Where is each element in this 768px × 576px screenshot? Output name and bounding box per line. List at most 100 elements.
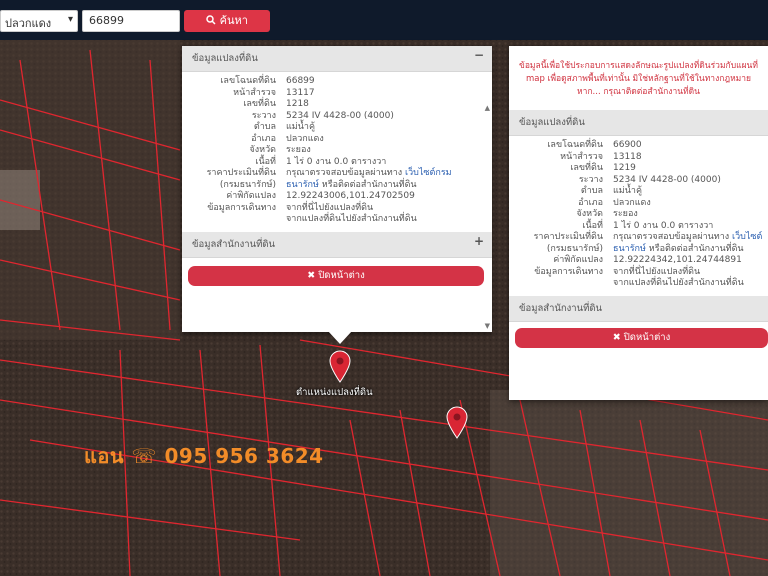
info-key: ข้อมูลการเดินทาง [534, 266, 603, 277]
info-key: จังหวัด [249, 145, 277, 155]
info-row: หน้าสำรวจ 13118 [509, 152, 768, 164]
info-row-price: ราคาประเมินที่ดิน กรุณาตรวจสอบข้อมูลผ่านท… [509, 232, 768, 244]
treasury-link[interactable]: ธนารักษ์ [613, 244, 646, 254]
info-row-coord: ค่าพิกัดแปลง 12.92243006,101.24702509 [182, 191, 492, 203]
info-value: 1219 [613, 163, 636, 173]
info-row-coord: ค่าพิกัดแปลง 12.92224342,101.24744891 [509, 255, 768, 267]
info-value: 5234 IV 4428-00 (4000) [613, 174, 721, 185]
info-key: หน้าสำรวจ [560, 151, 603, 162]
info-key: ตำบล [580, 186, 603, 196]
expand-icon[interactable]: + [474, 234, 484, 248]
province-select[interactable]: ปลวกแดง ▾ [0, 10, 78, 32]
close-button-label: ปิดหน้าต่าง [623, 331, 671, 343]
info-row: เนื้อที่ 1 ไร่ 0 งาน 0.0 ตารางวา [182, 157, 492, 169]
land-office-section-header[interactable]: ข้อมูลสำนักงานที่ดิน + [182, 231, 492, 258]
price-text-2: หรือติดต่อสำนักงานที่ดิน [321, 179, 417, 190]
province-select-value: ปลวกแดง [5, 17, 52, 30]
info-row-price-2: (กรมธนารักษ์) ธนารักษ์ หรือติดต่อสำนักงาน… [182, 180, 492, 192]
info-key: เนื้อที่ [582, 220, 603, 231]
coordinate-link[interactable]: 12.92224342,101.24744891 [613, 255, 742, 267]
info-row: เนื้อที่ 1 ไร่ 0 งาน 0.0 ตารางวา [509, 221, 768, 233]
info-key: (กรมธนารักษ์) [546, 243, 603, 254]
treasury-website-link[interactable]: เว็บไซต์กรม [405, 168, 452, 178]
map-pin-icon[interactable] [328, 349, 352, 383]
parcel-info-popup-66899: ข้อมูลแปลงที่ดิน − เลขโฉนดที่ดิน 66899 หน… [182, 46, 492, 332]
info-row-price: ราคาประเมินที่ดิน กรุณาตรวจสอบข้อมูลผ่านท… [182, 168, 492, 180]
directions-to-office-link[interactable]: จากแปลงที่ดินไปยังสำนักงานที่ดิน [286, 214, 417, 226]
info-key: (กรมธนารักษ์) [219, 179, 276, 190]
contact-phone-watermark: แอน ☏ 095 956 3624 [84, 444, 324, 468]
info-key: ตำบล [253, 122, 276, 132]
info-row-travel: ข้อมูลการเดินทาง จากที่นี่ไปยังแปลงที่ดิน [509, 267, 768, 279]
info-key: ค่าพิกัดแปลง [226, 191, 276, 201]
parcel-number-value: 66899 [89, 14, 124, 27]
info-key: ระวาง [578, 174, 603, 185]
info-value: 1 ไร่ 0 งาน 0.0 ตารางวา [613, 220, 714, 231]
directions-to-parcel-link[interactable]: จากที่นี่ไปยังแปลงที่ดิน [613, 267, 700, 279]
parcel-info-header-label: ข้อมูลแปลงที่ดิน [192, 53, 258, 64]
info-value: 66899 [286, 76, 315, 86]
popup-pointer [328, 331, 352, 344]
treasury-link[interactable]: ธนารักษ์ [286, 180, 319, 190]
info-row-travel-2: จากแปลงที่ดินไปยังสำนักงานที่ดิน [509, 278, 768, 290]
map-pin-icon[interactable] [445, 405, 469, 439]
close-window-button[interactable]: ✖ ปิดหน้าต่าง [515, 327, 768, 348]
info-row: เลขโฉนดที่ดิน 66899 [182, 76, 492, 88]
info-key: เลขโฉนดที่ดิน [547, 140, 603, 150]
treasury-website-link[interactable]: เว็บไซต์ [732, 232, 762, 242]
info-row: จังหวัด ระยอง [509, 209, 768, 221]
info-key: ระวาง [251, 110, 276, 121]
pin-label: ตำแหน่งแปลงที่ดิน [296, 387, 373, 398]
info-row: หน้าสำรวจ 13117 [182, 88, 492, 100]
info-key: ค่าพิกัดแปลง [553, 255, 603, 265]
info-row: เลขที่ดิน 1218 [182, 99, 492, 111]
info-row-travel-2: จากแปลงที่ดินไปยังสำนักงานที่ดิน [182, 214, 492, 226]
close-window-button[interactable]: ✖ ปิดหน้าต่าง [188, 265, 484, 286]
parcel-info-section-header[interactable]: ข้อมูลแปลงที่ดิน [509, 110, 768, 136]
info-row: จังหวัด ระยอง [182, 145, 492, 157]
land-office-section-header[interactable]: ข้อมูลสำนักงานที่ดิน [509, 295, 768, 322]
info-key: เลขที่ดิน [243, 99, 276, 109]
info-value: ปลวกแดง [286, 133, 324, 144]
info-row: ระวาง 5234 IV 4428-00 (4000) [509, 175, 768, 187]
info-value: 66900 [613, 140, 642, 150]
info-value: แม่น้ำคู้ [286, 122, 315, 132]
info-value: ระยอง [613, 209, 638, 219]
info-key: เลขโฉนดที่ดิน [220, 76, 276, 86]
info-value: 13117 [286, 87, 315, 98]
collapse-icon[interactable]: − [474, 48, 484, 62]
info-key: หน้าสำรวจ [233, 87, 276, 98]
parcel-info-section-header[interactable]: ข้อมูลแปลงที่ดิน − [182, 46, 492, 72]
info-row: เลขที่ดิน 1219 [509, 163, 768, 175]
info-row: อำเภอ ปลวกแดง [509, 198, 768, 210]
info-key: อำเภอ [251, 133, 276, 144]
price-text: กรุณาตรวจสอบข้อมูลผ่านทาง [286, 168, 403, 178]
info-key: ข้อมูลการเดินทาง [207, 202, 276, 213]
info-value: ระยอง [286, 145, 311, 155]
info-value: 1218 [286, 99, 309, 109]
info-key: จังหวัด [576, 209, 604, 219]
info-row: อำเภอ ปลวกแดง [182, 134, 492, 146]
info-key: อำเภอ [578, 197, 603, 208]
info-value: ปลวกแดง [613, 197, 651, 208]
directions-to-office-link[interactable]: จากแปลงที่ดินไปยังสำนักงานที่ดิน [613, 278, 744, 290]
search-button[interactable]: ค้นหา [184, 10, 270, 32]
parcel-number-input[interactable]: 66899 [82, 10, 180, 32]
info-value: 5234 IV 4428-00 (4000) [286, 110, 394, 121]
info-key: เนื้อที่ [255, 156, 276, 167]
price-text-2: หรือติดต่อสำนักงานที่ดิน [648, 243, 744, 254]
info-value: แม่น้ำคู้ [613, 186, 642, 196]
scroll-down-arrow-icon[interactable]: ▼ [485, 322, 490, 330]
search-button-label: ค้นหา [219, 14, 248, 27]
scroll-up-arrow-icon[interactable]: ▲ [485, 104, 490, 112]
coordinate-link[interactable]: 12.92243006,101.24702509 [286, 191, 415, 203]
directions-to-parcel-link[interactable]: จากที่นี่ไปยังแปลงที่ดิน [286, 203, 373, 215]
info-row-price-2: (กรมธนารักษ์) ธนารักษ์ หรือติดต่อสำนักงาน… [509, 244, 768, 256]
parcel-info-list: เลขโฉนดที่ดิน 66899 หน้าสำรวจ 13117 เลขที่… [182, 72, 492, 228]
info-key: ราคาประเมินที่ดิน [206, 168, 276, 178]
disclaimer-notice: ข้อมูลนี้เพื่อใช้ประกอบการแสดงลักษณะรูปแ… [519, 61, 758, 97]
close-icon: ✖ [612, 331, 621, 343]
price-text: กรุณาตรวจสอบข้อมูลผ่านทาง [613, 232, 730, 242]
parcel-info-header-label: ข้อมูลแปลงที่ดิน [519, 117, 585, 128]
close-icon: ✖ [307, 269, 316, 281]
